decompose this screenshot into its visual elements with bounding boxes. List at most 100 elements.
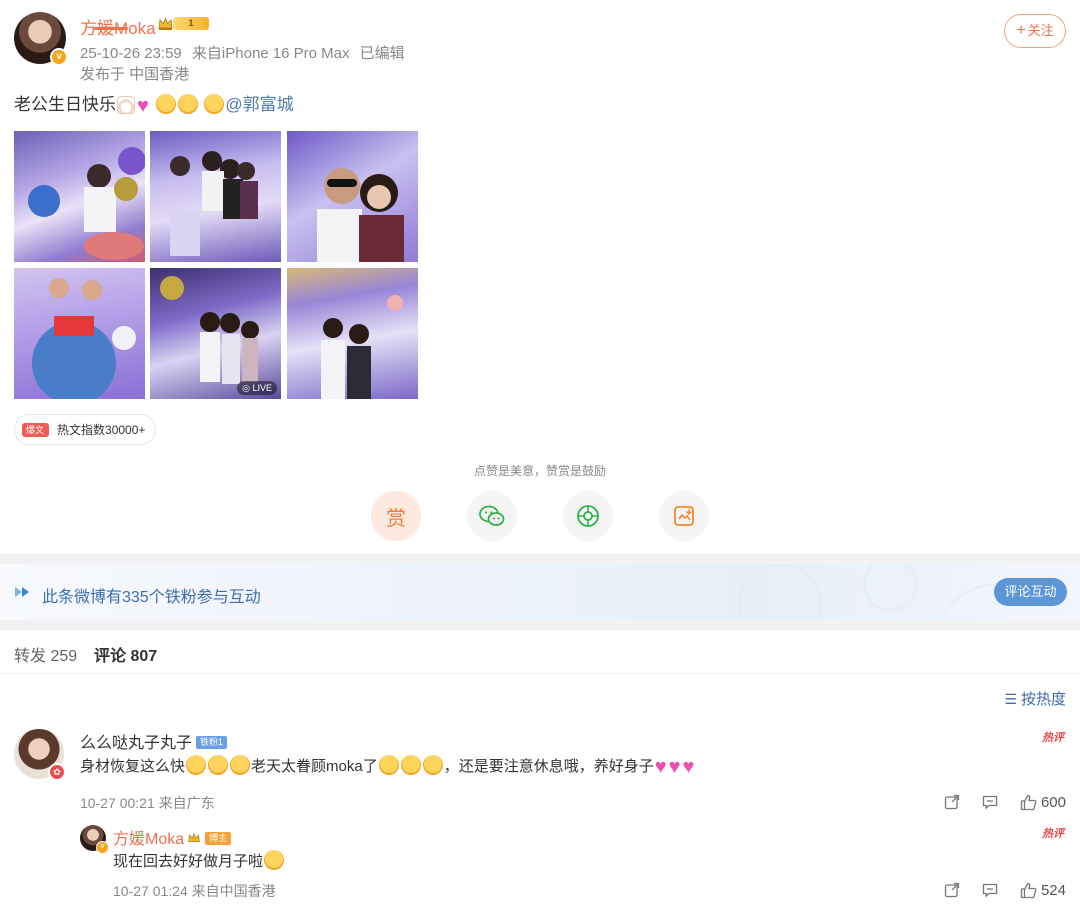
reply-text-content: 现在回去好好做月子啦: [113, 853, 264, 870]
love-emoji-icon: [378, 755, 399, 775]
author-avatar[interactable]: v: [14, 12, 68, 66]
hot-article-tag: 爆文: [22, 422, 50, 437]
tongue-emoji-icon: [264, 850, 285, 870]
post-photo[interactable]: [14, 131, 145, 262]
sort-label: 按热度: [1020, 691, 1066, 708]
fan-level-badge: 铁粉1: [196, 736, 228, 749]
hot-index-chip[interactable]: 爆文 热文指数30000+: [14, 414, 157, 445]
wechat-share-button[interactable]: [467, 491, 517, 541]
post-photo[interactable]: [14, 268, 145, 399]
comment-text-part: 老天太眷顾moka了: [251, 758, 378, 775]
tab-repost-count: 259: [50, 648, 78, 665]
moments-share-button[interactable]: [563, 491, 613, 541]
verified-v-icon: v: [50, 48, 68, 66]
post-location: 发布于 中国香港: [80, 66, 190, 83]
shocked-emoji-icon: [186, 755, 207, 775]
moments-icon: [577, 505, 599, 527]
heart-emoji-icon: ♥: [682, 756, 695, 778]
post-photo[interactable]: [150, 131, 281, 262]
comment-text-part: ，还是要注意休息哦，养好身子: [443, 758, 654, 775]
post-source: 来自iPhone 16 Pro Max: [191, 45, 350, 62]
follow-button[interactable]: + 关注: [1004, 14, 1066, 48]
image-grid: ◎ LIVE: [14, 131, 418, 399]
reward-icon: 赏: [386, 507, 406, 530]
sort-by-hot-button[interactable]: ☰ 按热度: [1004, 688, 1066, 709]
blush-emoji-icon: [155, 94, 176, 114]
tab-comment-count: 807: [130, 648, 158, 665]
level-badge: 1: [173, 17, 209, 30]
crown-icon: [158, 16, 173, 30]
post-text-content: 老公生日快乐: [14, 95, 116, 114]
reply-text: 现在回去好好做月子啦: [113, 850, 285, 871]
comment-time: 10-27 00:21 来自广东: [80, 795, 215, 811]
tab-comment-label: 评论: [94, 648, 127, 665]
sort-icon: ☰: [1004, 691, 1017, 707]
mention-link[interactable]: @郭富城: [225, 95, 293, 114]
commenter-name[interactable]: 么么哒丸子丸子: [80, 735, 192, 752]
share-icon: [944, 882, 960, 898]
post-header: v 方媛Moka 1 25-10-26 23:59 来自iPhone 16 Pr…: [14, 10, 1066, 84]
flower-badge-icon: ✿: [48, 763, 66, 781]
blush-emoji-icon: [177, 94, 198, 114]
section-divider: [0, 554, 1080, 564]
reply-actions: 524: [922, 879, 1066, 901]
heart-emoji-icon: ♥: [668, 756, 681, 778]
birthday-cake-emoji-icon: [117, 96, 135, 114]
reward-button[interactable]: 赏: [371, 491, 421, 541]
tab-comment[interactable]: 评论 807: [94, 642, 157, 666]
love-emoji-icon: [400, 755, 421, 775]
share-button[interactable]: [944, 882, 960, 898]
shocked-emoji-icon: [230, 755, 251, 775]
reward-tip: 点赞是美意，赞赏是鼓励: [473, 464, 606, 478]
hot-index-text: 热文指数30000+: [57, 423, 146, 437]
author-host-badge: 博主: [205, 832, 232, 845]
like-count: 600: [1040, 793, 1066, 811]
reply-author-avatar[interactable]: v: [80, 825, 109, 854]
tab-repost-label: 转发: [14, 648, 47, 665]
post-photo[interactable]: ◎ LIVE: [150, 268, 281, 399]
edited-label[interactable]: 已编辑: [360, 45, 405, 62]
comment-button[interactable]: [982, 794, 998, 810]
comment-interaction-button[interactable]: 评论互动: [994, 578, 1067, 606]
pink-heart-emoji-icon: ♥: [137, 95, 149, 117]
share-icon: [944, 794, 960, 810]
like-button[interactable]: 524: [1020, 882, 1066, 899]
comment-button[interactable]: [982, 882, 998, 898]
post-photo[interactable]: [287, 268, 418, 399]
section-divider: [0, 620, 1080, 630]
shocked-emoji-icon: [208, 755, 229, 775]
post-text: 老公生日快乐 ♥ @郭富城: [14, 94, 294, 117]
share-button[interactable]: [944, 794, 960, 810]
verified-v-icon: v: [96, 841, 109, 854]
post-date[interactable]: 25-10-26 23:59: [80, 45, 182, 62]
plus-icon: +: [1016, 22, 1026, 39]
like-button[interactable]: 600: [1020, 794, 1066, 811]
crown-level-badge[interactable]: 1: [157, 15, 211, 32]
commenter-avatar[interactable]: ✿: [14, 729, 66, 781]
blush-emoji-icon: [204, 94, 225, 114]
tabs-divider: [0, 673, 1080, 674]
tab-repost[interactable]: 转发 259: [14, 642, 77, 666]
reply-time: 10-27 01:24 来自中国香港: [113, 883, 276, 899]
fans-interaction-banner: 此条微博有335个铁粉参与互动 评论互动: [0, 564, 1080, 620]
save-image-button[interactable]: [659, 491, 709, 541]
thumbs-up-icon: [1020, 882, 1037, 898]
live-label: LIVE: [252, 383, 272, 393]
comment-actions: 600: [922, 791, 1066, 813]
like-count: 524: [1040, 881, 1066, 899]
heart-emoji-icon: ♥: [654, 756, 667, 778]
hot-comment-tag: 热评: [1042, 828, 1064, 840]
hot-comment-tag: 热评: [1042, 732, 1064, 744]
crown-icon: [188, 832, 200, 843]
reply-author-row: 方媛Moka 博主: [113, 825, 232, 849]
post-photo[interactable]: [287, 131, 418, 262]
fans-interaction-text[interactable]: 此条微博有335个铁粉参与互动: [42, 583, 261, 607]
post-meta: 25-10-26 23:59 来自iPhone 16 Pro Max 已编辑: [80, 42, 411, 63]
save-image-icon: [674, 506, 694, 526]
comment-icon: [982, 883, 998, 898]
follow-label: 关注: [1027, 23, 1054, 38]
commenter-name-row: 么么哒丸子丸子 铁粉1: [80, 729, 228, 753]
thumbs-up-icon: [1020, 794, 1037, 810]
reply-author-name[interactable]: 方媛Moka: [113, 831, 184, 848]
comment-icon: [982, 795, 998, 810]
